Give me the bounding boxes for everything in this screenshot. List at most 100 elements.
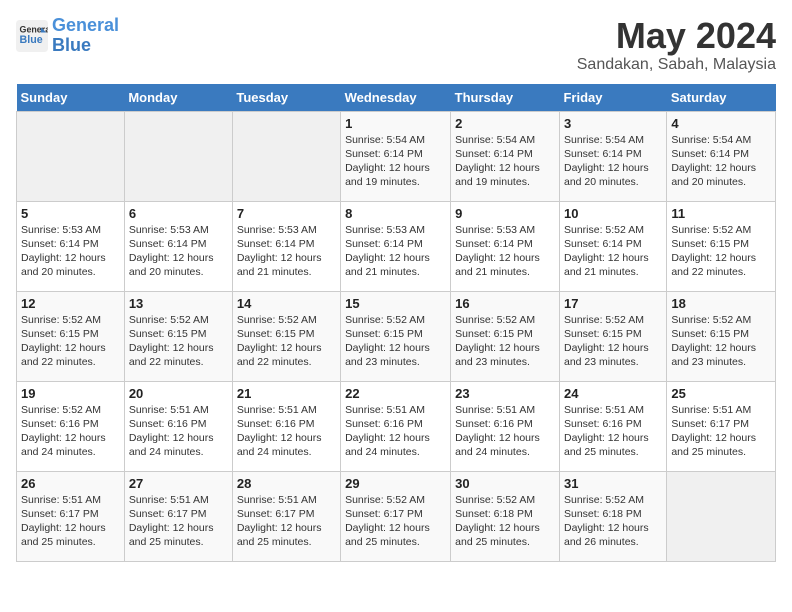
header-cell-friday: Friday: [559, 84, 666, 112]
day-number: 7: [237, 206, 336, 221]
header-cell-saturday: Saturday: [667, 84, 776, 112]
day-info: Sunrise: 5:52 AM Sunset: 6:15 PM Dayligh…: [345, 313, 446, 370]
day-cell: 10 Sunrise: 5:52 AM Sunset: 6:14 PM Dayli…: [559, 201, 666, 291]
day-number: 15: [345, 296, 446, 311]
day-cell: 11Sunrise: 5:52 AM Sunset: 6:15 PM Dayli…: [667, 201, 776, 291]
day-cell: 31 Sunrise: 5:52 AM Sunset: 6:18 PM Dayli…: [559, 471, 666, 561]
logo-general: General: [52, 15, 119, 35]
header-cell-tuesday: Tuesday: [232, 84, 340, 112]
day-info: Sunrise: 5:53 AM Sunset: 6:14 PM Dayligh…: [21, 223, 120, 280]
day-info: Sunrise: 5:53 AM Sunset: 6:14 PM Dayligh…: [345, 223, 446, 280]
day-cell: 23 Sunrise: 5:51 AM Sunset: 6:16 PM Dayli…: [451, 381, 560, 471]
logo: General Blue General Blue: [16, 16, 119, 56]
header-cell-thursday: Thursday: [451, 84, 560, 112]
day-number: 27: [129, 476, 228, 491]
day-cell: 20 Sunrise: 5:51 AM Sunset: 6:16 PM Dayli…: [124, 381, 232, 471]
day-cell: 21 Sunrise: 5:51 AM Sunset: 6:16 PM Dayli…: [232, 381, 340, 471]
day-cell: 13Sunrise: 5:52 AM Sunset: 6:15 PM Dayli…: [124, 291, 232, 381]
day-cell: 15 Sunrise: 5:52 AM Sunset: 6:15 PM Dayli…: [341, 291, 451, 381]
day-info: Sunrise: 5:51 AM Sunset: 6:16 PM Dayligh…: [129, 403, 228, 460]
header-cell-sunday: Sunday: [17, 84, 125, 112]
day-cell: 14 Sunrise: 5:52 AM Sunset: 6:15 PM Dayli…: [232, 291, 340, 381]
day-info: Sunrise: 5:54 AM Sunset: 6:14 PM Dayligh…: [564, 133, 662, 190]
day-info: Sunrise: 5:52 AM Sunset: 6:15 PM Dayligh…: [129, 313, 228, 370]
day-info: Sunrise: 5:52 AM Sunset: 6:15 PM Dayligh…: [21, 313, 120, 370]
day-number: 29: [345, 476, 446, 491]
day-info: Sunrise: 5:51 AM Sunset: 6:17 PM Dayligh…: [237, 493, 336, 550]
day-info: Sunrise: 5:51 AM Sunset: 6:16 PM Dayligh…: [455, 403, 555, 460]
day-info: Sunrise: 5:52 AM Sunset: 6:18 PM Dayligh…: [455, 493, 555, 550]
day-cell: 18Sunrise: 5:52 AM Sunset: 6:15 PM Dayli…: [667, 291, 776, 381]
day-number: 10: [564, 206, 662, 221]
day-info: Sunrise: 5:52 AM Sunset: 6:15 PM Dayligh…: [564, 313, 662, 370]
day-info: Sunrise: 5:52 AM Sunset: 6:18 PM Dayligh…: [564, 493, 662, 550]
day-info: Sunrise: 5:51 AM Sunset: 6:17 PM Dayligh…: [129, 493, 228, 550]
day-number: 2: [455, 116, 555, 131]
day-number: 1: [345, 116, 446, 131]
day-number: 20: [129, 386, 228, 401]
day-cell: [124, 111, 232, 201]
day-number: 8: [345, 206, 446, 221]
day-number: 21: [237, 386, 336, 401]
day-info: Sunrise: 5:51 AM Sunset: 6:16 PM Dayligh…: [237, 403, 336, 460]
header-cell-wednesday: Wednesday: [341, 84, 451, 112]
day-cell: 5Sunrise: 5:53 AM Sunset: 6:14 PM Daylig…: [17, 201, 125, 291]
day-cell: 8 Sunrise: 5:53 AM Sunset: 6:14 PM Daylig…: [341, 201, 451, 291]
day-info: Sunrise: 5:52 AM Sunset: 6:14 PM Dayligh…: [564, 223, 662, 280]
day-number: 4: [671, 116, 771, 131]
day-number: 3: [564, 116, 662, 131]
day-info: Sunrise: 5:53 AM Sunset: 6:14 PM Dayligh…: [129, 223, 228, 280]
day-info: Sunrise: 5:53 AM Sunset: 6:14 PM Dayligh…: [237, 223, 336, 280]
day-info: Sunrise: 5:52 AM Sunset: 6:15 PM Dayligh…: [237, 313, 336, 370]
day-info: Sunrise: 5:54 AM Sunset: 6:14 PM Dayligh…: [345, 133, 446, 190]
day-number: 14: [237, 296, 336, 311]
week-row-0: 1 Sunrise: 5:54 AM Sunset: 6:14 PM Daylig…: [17, 111, 776, 201]
day-info: Sunrise: 5:51 AM Sunset: 6:16 PM Dayligh…: [564, 403, 662, 460]
svg-text:General: General: [20, 24, 48, 34]
day-number: 16: [455, 296, 555, 311]
day-number: 12: [21, 296, 120, 311]
day-number: 30: [455, 476, 555, 491]
day-info: Sunrise: 5:52 AM Sunset: 6:15 PM Dayligh…: [455, 313, 555, 370]
calendar-header: SundayMondayTuesdayWednesdayThursdayFrid…: [17, 84, 776, 112]
day-cell: 2 Sunrise: 5:54 AM Sunset: 6:14 PM Daylig…: [451, 111, 560, 201]
week-row-2: 12 Sunrise: 5:52 AM Sunset: 6:15 PM Dayli…: [17, 291, 776, 381]
day-cell: 6 Sunrise: 5:53 AM Sunset: 6:14 PM Daylig…: [124, 201, 232, 291]
day-info: Sunrise: 5:54 AM Sunset: 6:14 PM Dayligh…: [671, 133, 771, 190]
logo-icon: General Blue: [16, 20, 48, 52]
day-number: 24: [564, 386, 662, 401]
day-number: 11: [671, 206, 771, 221]
day-cell: 7 Sunrise: 5:53 AM Sunset: 6:14 PM Daylig…: [232, 201, 340, 291]
week-row-3: 19Sunrise: 5:52 AM Sunset: 6:16 PM Dayli…: [17, 381, 776, 471]
logo-text: General Blue: [52, 16, 119, 56]
svg-text:Blue: Blue: [20, 34, 43, 46]
day-cell: 17 Sunrise: 5:52 AM Sunset: 6:15 PM Dayli…: [559, 291, 666, 381]
day-info: Sunrise: 5:51 AM Sunset: 6:17 PM Dayligh…: [671, 403, 771, 460]
day-cell: 9Sunrise: 5:53 AM Sunset: 6:14 PM Daylig…: [451, 201, 560, 291]
day-number: 31: [564, 476, 662, 491]
calendar-body: 1 Sunrise: 5:54 AM Sunset: 6:14 PM Daylig…: [17, 111, 776, 561]
day-number: 23: [455, 386, 555, 401]
day-info: Sunrise: 5:54 AM Sunset: 6:14 PM Dayligh…: [455, 133, 555, 190]
day-cell: 26Sunrise: 5:51 AM Sunset: 6:17 PM Dayli…: [17, 471, 125, 561]
day-cell: [17, 111, 125, 201]
day-info: Sunrise: 5:52 AM Sunset: 6:16 PM Dayligh…: [21, 403, 120, 460]
week-row-1: 5Sunrise: 5:53 AM Sunset: 6:14 PM Daylig…: [17, 201, 776, 291]
day-number: 17: [564, 296, 662, 311]
day-cell: 1 Sunrise: 5:54 AM Sunset: 6:14 PM Daylig…: [341, 111, 451, 201]
day-info: Sunrise: 5:51 AM Sunset: 6:16 PM Dayligh…: [345, 403, 446, 460]
day-number: 28: [237, 476, 336, 491]
day-cell: 22 Sunrise: 5:51 AM Sunset: 6:16 PM Dayli…: [341, 381, 451, 471]
location-subtitle: Sandakan, Sabah, Malaysia: [577, 56, 776, 74]
day-number: 22: [345, 386, 446, 401]
day-cell: 27 Sunrise: 5:51 AM Sunset: 6:17 PM Dayli…: [124, 471, 232, 561]
day-number: 26: [21, 476, 120, 491]
day-number: 25: [671, 386, 771, 401]
page-header: General Blue General Blue May 2024 Sanda…: [16, 16, 776, 74]
day-cell: [667, 471, 776, 561]
calendar-table: SundayMondayTuesdayWednesdayThursdayFrid…: [16, 84, 776, 562]
logo-blue: Blue: [52, 35, 91, 55]
day-number: 6: [129, 206, 228, 221]
day-cell: 24 Sunrise: 5:51 AM Sunset: 6:16 PM Dayli…: [559, 381, 666, 471]
day-cell: 30 Sunrise: 5:52 AM Sunset: 6:18 PM Dayli…: [451, 471, 560, 561]
